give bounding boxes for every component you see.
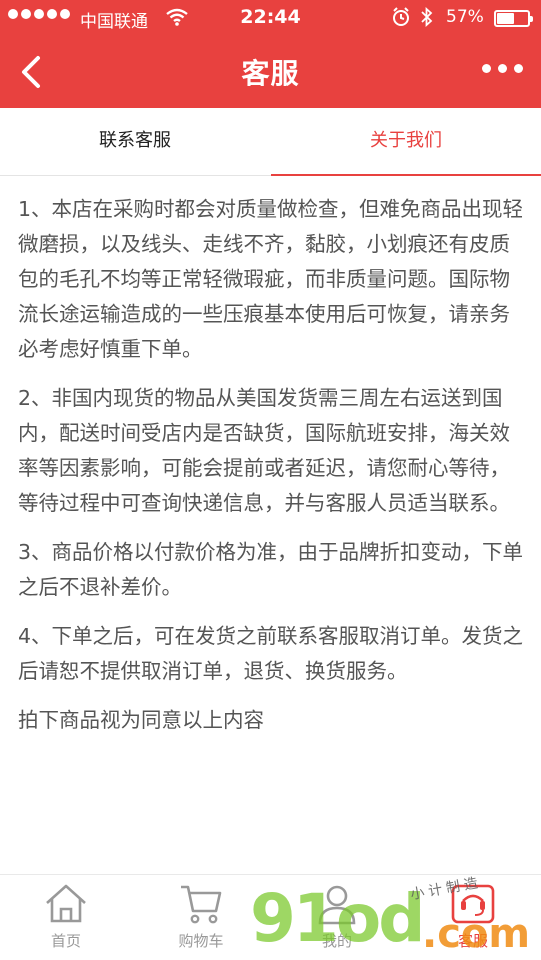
page-title: 客服 bbox=[241, 57, 300, 90]
battery-percent: 57% bbox=[446, 7, 484, 27]
user-icon bbox=[318, 885, 356, 925]
tab-label: 联系客服 bbox=[99, 130, 171, 151]
tab-contact-service[interactable]: 联系客服 bbox=[0, 108, 270, 175]
tab-label: 关于我们 bbox=[370, 130, 442, 151]
tabbar-label: 我的 bbox=[321, 932, 352, 950]
tabbar-label: 首页 bbox=[50, 932, 81, 950]
tabbar-customer-service[interactable]: 客服 bbox=[413, 881, 533, 951]
tabbar-label: 购物车 bbox=[178, 932, 224, 950]
policy-paragraph: 1、本店在采购时都会对质量做检查，但难免商品出现轻微磨损，以及线头、走线不齐，黏… bbox=[18, 197, 524, 361]
tabbar-cart[interactable]: 购物车 bbox=[141, 881, 261, 951]
more-button[interactable] bbox=[482, 64, 523, 73]
home-icon bbox=[46, 884, 86, 923]
status-bar: 中国联通 22:44 57% bbox=[0, 0, 541, 36]
battery-icon bbox=[494, 10, 533, 27]
about-content: 1、本店在采购时都会对质量做检查，但难免商品出现轻微磨损，以及线头、走线不齐，黏… bbox=[18, 192, 526, 752]
policy-paragraph: 2、非国内现货的物品从美国发货需三周左右运送到国内，配送时间受店内是否缺货，国际… bbox=[18, 386, 510, 515]
tabbar-home[interactable]: 首页 bbox=[6, 881, 126, 951]
cart-icon bbox=[181, 885, 222, 924]
active-tab-indicator bbox=[271, 174, 541, 176]
policy-paragraph: 3、商品价格以付款价格为准，由于品牌折扣变动，下单之后不退补差价。 bbox=[18, 540, 524, 599]
navigation-bar: 客服 bbox=[0, 36, 541, 108]
agreement-note: 拍下商品视为同意以上内容 bbox=[18, 708, 264, 732]
bluetooth-icon bbox=[420, 6, 434, 32]
tab-strip: 联系客服 关于我们 bbox=[0, 108, 541, 176]
bottom-tab-bar: 首页 购物车 我的 客服 bbox=[0, 874, 541, 960]
alarm-icon bbox=[392, 7, 410, 32]
more-dots-icon bbox=[482, 64, 491, 73]
tabbar-mine[interactable]: 我的 bbox=[277, 881, 397, 951]
customer-service-icon bbox=[451, 884, 495, 924]
tab-about-us[interactable]: 关于我们 bbox=[271, 108, 541, 176]
policy-paragraph: 4、下单之后，可在发货之前联系客服取消订单。发货之后请恕不提供取消订单，退货、换… bbox=[18, 624, 524, 683]
tabbar-label: 客服 bbox=[457, 932, 488, 950]
